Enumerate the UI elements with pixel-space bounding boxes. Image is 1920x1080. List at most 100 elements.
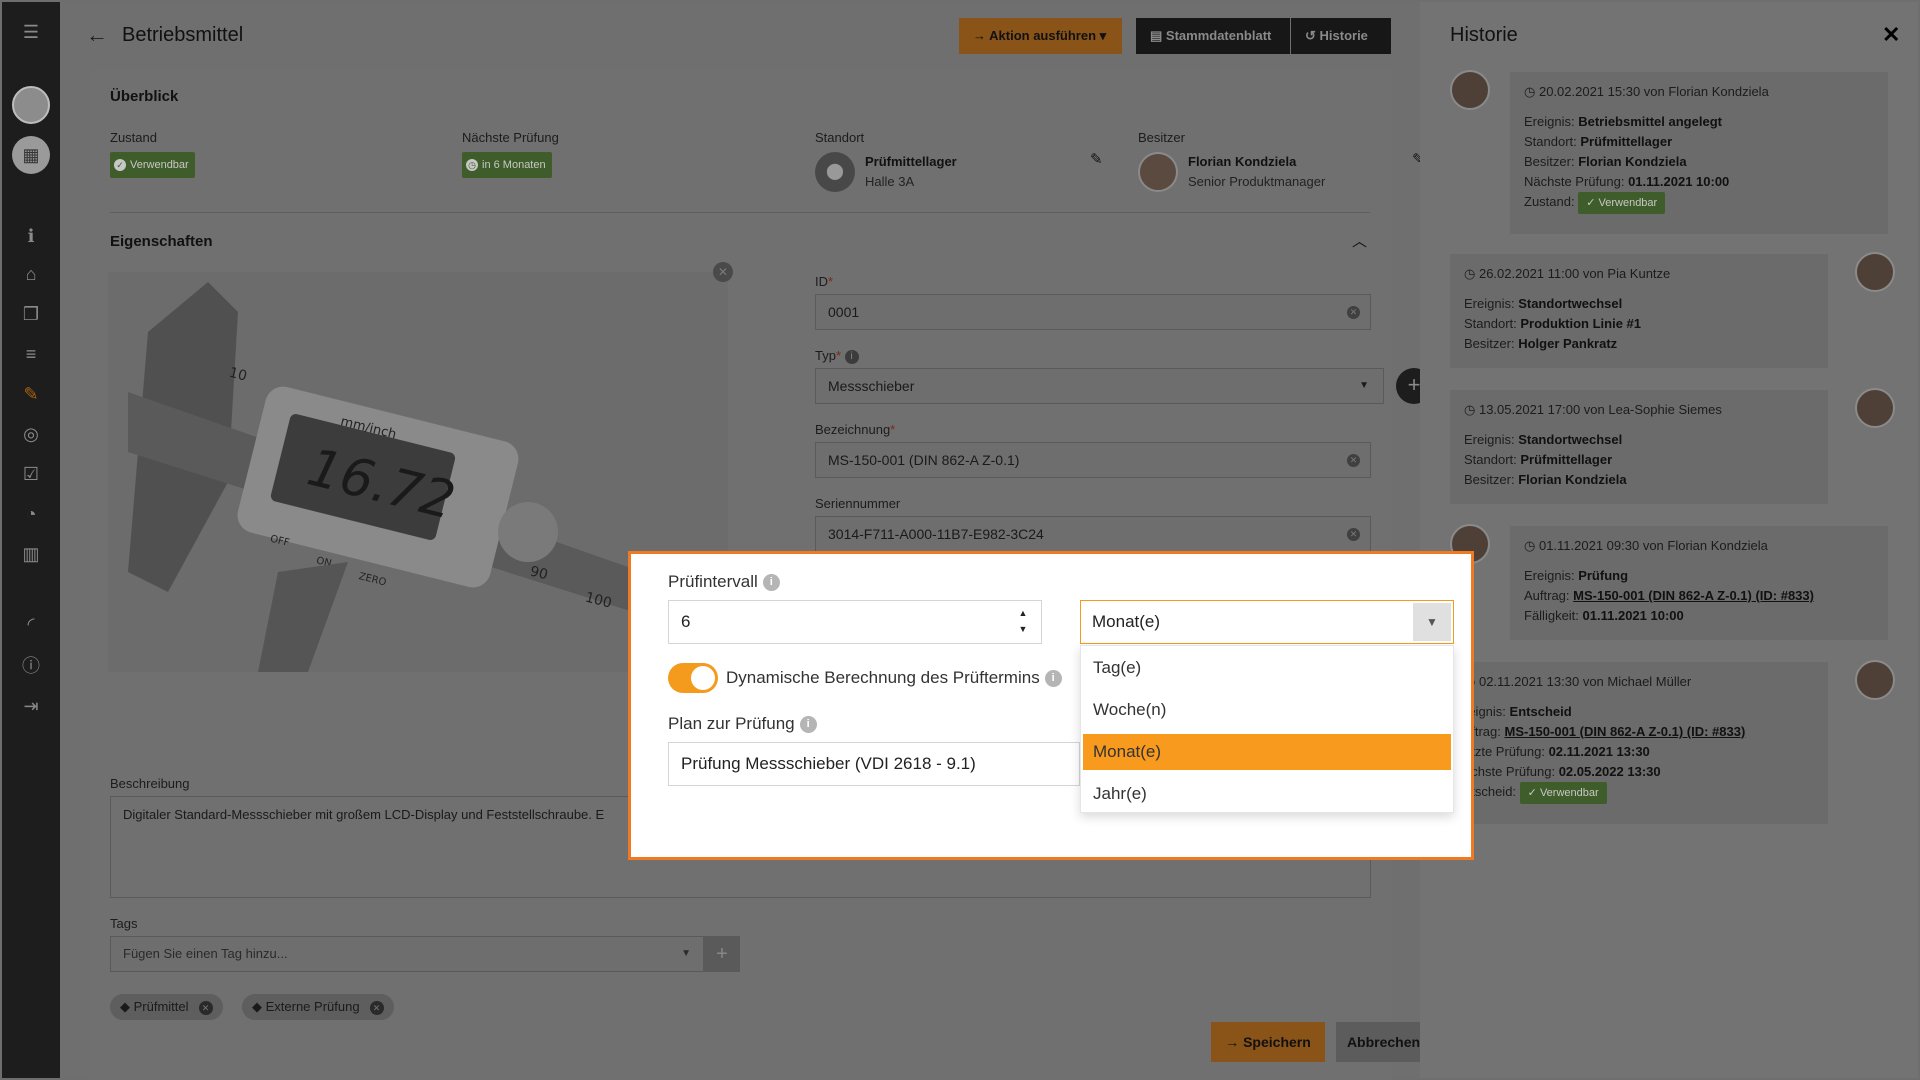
required-mark: * [828,274,834,289]
description-label: Beschreibung [110,776,190,791]
id-label-text: ID [815,274,828,289]
remove-tag-icon[interactable]: ✕ [369,1001,384,1015]
name-input[interactable]: MS-150-001 (DIN 862-A Z-0.1) ✕ [815,442,1371,478]
plan-value: Prüfung Messschieber (VDI 2618 - 9.1) [681,754,976,773]
history-entry: ◷ 01.11.2021 09:30 von Florian Kondziela… [1510,526,1888,640]
interval-value: 6 [681,612,691,631]
history-key: Zustand: [1524,194,1575,209]
history-entry: ◷ 26.02.2021 11:00 von Pia Kuntze Ereign… [1450,254,1828,368]
tag-label: Externe Prüfung [265,999,360,1014]
clear-id-icon[interactable]: ✕ [1347,306,1360,319]
serial-input[interactable]: 3014-F711-A000-11B7-E982-3C24 ✕ [815,516,1371,552]
history-button[interactable]: ↺ Historie [1291,18,1391,54]
history-key: Besitzer: [1524,154,1575,169]
chart-icon[interactable]: ▥ [2,542,60,566]
cancel-button[interactable]: Abbrechen [1336,1022,1431,1062]
menu-icon[interactable]: ☰ [2,20,60,44]
name-value: MS-150-001 (DIN 862-A Z-0.1) [828,452,1020,468]
server-icon[interactable]: ≡ [2,342,60,366]
type-select[interactable]: Messschieber ▼ [815,368,1384,404]
back-arrow-icon[interactable]: ← [86,22,108,48]
history-entry: ◷ 02.11.2021 13:30 von Michael Müller re… [1450,662,1828,824]
wrench-icon[interactable]: ✎ [2,382,60,406]
edit-location-icon[interactable]: ✎ [1090,150,1103,168]
tags-label: Tags [110,916,138,931]
tags-input[interactable]: Fügen Sie einen Tag hinzu... ▼ [110,936,704,972]
dynamic-info-icon[interactable]: i [1044,670,1062,688]
plan-select[interactable]: Prüfung Messschieber (VDI 2618 - 9.1) [668,742,1080,786]
cubes-icon[interactable]: ❒ [2,302,60,326]
history-key: Nächste Prüfung: [1524,174,1625,189]
dynamic-calculation-toggle[interactable] [668,663,718,693]
remove-tag-icon[interactable]: ✕ [198,1001,213,1015]
serial-label: Seriennummer [815,496,901,511]
type-value: Messschieber [828,378,915,394]
owner-label: Besitzer [1138,130,1185,145]
chevron-down-icon[interactable]: ▼ [1413,603,1451,641]
history-value: Florian Kondziela [1518,472,1627,487]
zero-label: ZERO [357,571,387,588]
building-icon[interactable]: ▦ [12,136,50,174]
user-avatar[interactable] [12,86,50,124]
clock-icon: ◷ [1524,84,1539,99]
stepper-icon[interactable]: ▲ ▼ [1017,605,1029,637]
type-label: Typ* i [815,348,859,364]
close-icon[interactable]: ✕ [1882,22,1900,48]
history-value: 01.11.2021 10:00 [1582,608,1684,623]
location-name: Prüfmittellager [865,154,957,169]
history-value: Florian Kondziela [1578,154,1687,169]
interval-unit-select[interactable]: Monat(e) ▼ [1080,600,1454,644]
chevron-down-icon: ▼ [1359,380,1369,391]
info-circle-icon[interactable]: ⓘ [2,654,60,678]
interval-number-input[interactable]: 6 ▲ ▼ [668,600,1042,644]
history-entry-header: 20.02.2021 15:30 von Florian Kondziela [1538,84,1769,99]
clear-name-icon[interactable]: ✕ [1347,454,1360,467]
unit-option[interactable]: Jahr(e) [1083,776,1451,812]
clear-serial-icon[interactable]: ✕ [1347,528,1360,541]
name-label-text: Bezeichnung [815,422,891,437]
home-icon[interactable]: ⌂ [2,262,60,286]
target-icon[interactable]: ◎ [2,422,60,446]
history-avatar [1450,70,1490,110]
unit-option[interactable]: Tag(e) [1083,650,1451,686]
history-avatar [1855,388,1895,428]
scale-90: 90 [528,563,549,583]
unit-option[interactable]: Woche(n) [1083,692,1451,728]
save-label: Speichern [1243,1034,1311,1050]
history-avatar [1855,660,1895,700]
interval-info-icon[interactable]: i [762,574,780,592]
execute-action-button[interactable]: → Aktion ausführen ▾ [959,18,1122,54]
info-icon[interactable]: ℹ [2,224,60,248]
checkbox-icon[interactable]: ☑ [2,462,60,486]
inspection-interval-popup: Prüfintervall i 6 ▲ ▼ Monat(e) ▼ Dynamisch… [628,551,1474,860]
datasheet-button[interactable]: ▤ Stammdatenblatt [1136,18,1290,54]
order-link[interactable]: MS-150-001 (DIN 862-A Z-0.1) (ID: #833) [1504,724,1745,739]
clock-icon: ◷ [1524,538,1539,553]
history-entry-header: 26.02.2021 11:00 von Pia Kuntze [1478,266,1671,281]
status-value: Verwendbar [1598,197,1658,209]
serial-value: 3014-F711-A000-11B7-E982-3C24 [828,526,1044,542]
save-button[interactable]: → Speichern [1211,1022,1325,1062]
chevron-up-icon[interactable]: ︿ [1352,230,1367,251]
interval-label-text: Prüfintervall [668,572,758,591]
rss-icon[interactable]: ◜ [2,612,60,636]
next-check-label: Nächste Prüfung [462,130,559,145]
id-input[interactable]: 0001 ✕ [815,294,1371,330]
page-title: Betriebsmittel [122,24,244,46]
remove-image-icon[interactable]: ✕ [713,262,733,282]
history-entry: ◷ 20.02.2021 15:30 von Florian Kondziela… [1510,72,1888,234]
add-tag-button[interactable]: + [704,936,740,972]
plan-info-icon[interactable]: i [799,716,817,734]
unit-option-selected[interactable]: Monat(e) [1083,734,1451,770]
history-key: Ereignis: [1524,114,1575,129]
history-value: Prüfmittellager [1520,452,1613,467]
history-value: Produktion Linie #1 [1520,316,1642,331]
top-bar: ← Betriebsmittel → Aktion ausführen ▾ ▤ … [60,2,1420,66]
next-check-value: in 6 Monaten [482,159,546,171]
logout-icon[interactable]: ⇥ [2,694,60,718]
tag-chip: ◆ Prüfmittel ✕ [110,994,223,1020]
gauge-icon[interactable]: ◔ [2,502,60,526]
history-key: Besitzer: [1464,472,1515,487]
order-link[interactable]: MS-150-001 (DIN 862-A Z-0.1) (ID: #833) [1573,588,1814,603]
type-info-icon[interactable]: i [844,349,859,364]
